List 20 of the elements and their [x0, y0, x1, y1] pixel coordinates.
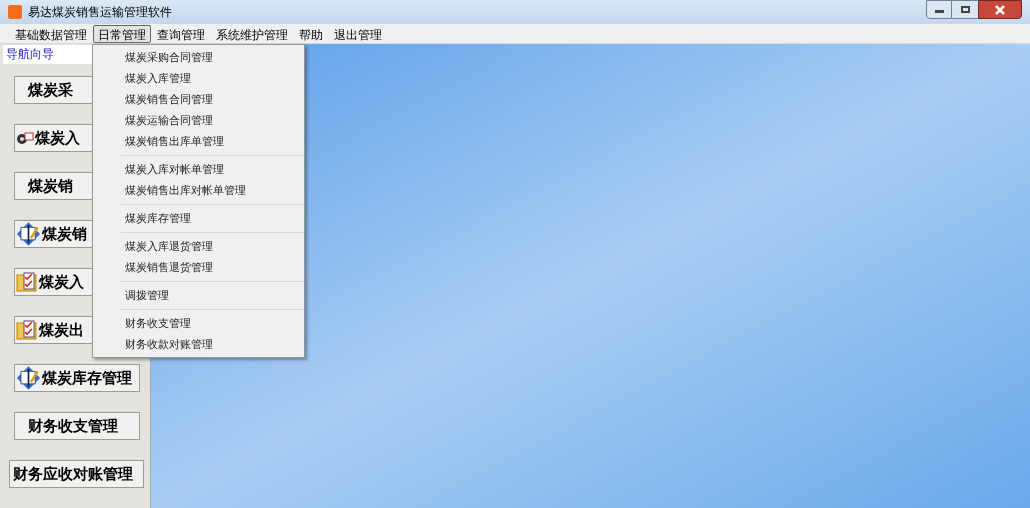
window-title: 易达煤炭销售运输管理软件: [28, 4, 172, 21]
nav-button[interactable]: 财务收支管理: [14, 412, 140, 440]
close-button[interactable]: [978, 0, 1022, 19]
menu-item[interactable]: 查询管理: [152, 24, 210, 43]
folder-checklist-icon: [16, 271, 38, 293]
gear-icon: [16, 131, 34, 145]
close-icon: [995, 4, 1005, 15]
maximize-button[interactable]: [952, 0, 978, 19]
nav-button[interactable]: 煤炭库存管理: [14, 364, 140, 392]
menu-item[interactable]: 帮助: [294, 24, 328, 43]
folder-checklist-icon: [16, 319, 38, 341]
minimize-button[interactable]: [926, 0, 952, 19]
notebook-pencil-icon: [16, 222, 41, 246]
app-logo-icon: [8, 5, 22, 19]
notebook-pencil-icon: [16, 366, 41, 390]
menu-item[interactable]: 退出管理: [329, 24, 387, 43]
menu-item[interactable]: 日常管理: [93, 24, 151, 43]
nav-button[interactable]: 财务应收对账管理: [9, 460, 144, 488]
menu-item[interactable]: 基础数据管理: [10, 24, 92, 43]
menu-item[interactable]: 系统维护管理: [211, 24, 293, 43]
